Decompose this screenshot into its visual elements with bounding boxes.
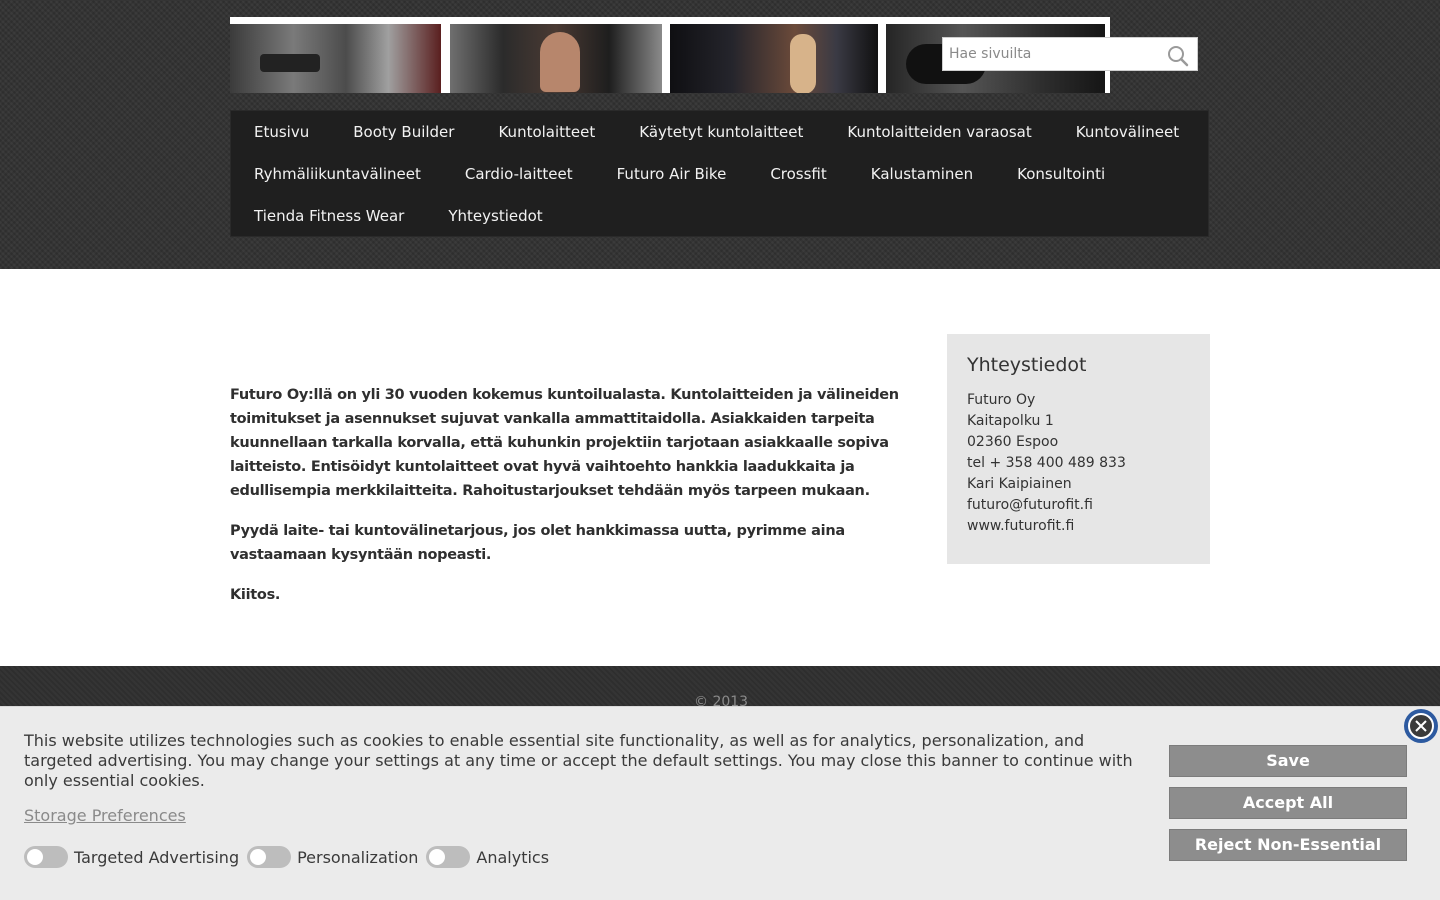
search-icon[interactable] [1167,45,1189,67]
main-nav: Etusivu Booty Builder Kuntolaitteet Käyt… [230,110,1209,237]
toggle-label: Targeted Advertising [74,847,240,867]
close-banner-button[interactable] [1404,709,1438,743]
content-paragraph: Pyydä laite- tai kuntovälinetarjous, jos… [230,523,845,563]
nav-item-cardio-laitteet[interactable]: Cardio-laitteet [443,153,595,195]
storage-preferences-link[interactable]: Storage Preferences [24,806,186,825]
contact-website[interactable]: www.futurofit.fi [967,516,1190,537]
banner-image-dumbbells [230,24,441,93]
toggle-label: Analytics [476,847,550,867]
main-content: Futuro Oy:llä on yli 30 vuoden kokemus k… [230,383,900,623]
close-icon [1408,713,1434,739]
nav-item-tienda-fitness-wear[interactable]: Tienda Fitness Wear [232,195,426,237]
nav-item-ryhmaliikuntavalineet[interactable]: Ryhmäliikuntavälineet [232,153,443,195]
header: Etusivu Booty Builder Kuntolaitteet Käyt… [0,0,1440,269]
toggle-analytics: Analytics [426,846,549,868]
reject-non-essential-button[interactable]: Reject Non-Essential [1169,829,1407,861]
content-paragraph: Futuro Oy:llä on yli 30 vuoden kokemus k… [230,387,899,499]
cookie-toggles: Targeted Advertising Personalization Ana… [24,846,557,868]
toggle-label: Personalization [297,847,419,867]
accept-all-button[interactable]: Accept All [1169,787,1407,819]
nav-item-konsultointi[interactable]: Konsultointi [995,153,1127,195]
toggle-targeted-advertising: Targeted Advertising [24,846,239,868]
contact-company: Futuro Oy [967,392,1036,408]
contact-sidebar: Yhteystiedot Futuro Oy Kaitapolku 1 0236… [947,334,1210,564]
nav-item-kalustaminen[interactable]: Kalustaminen [849,153,995,195]
cookie-banner: This website utilizes technologies such … [0,706,1440,900]
nav-item-kuntolaitteet[interactable]: Kuntolaitteet [476,111,617,153]
contact-city: 02360 Espoo [967,434,1059,450]
search-box [942,37,1198,71]
targeted-advertising-switch[interactable] [24,846,68,868]
toggle-personalization: Personalization [247,846,418,868]
contact-email[interactable]: futuro@futurofit.fi [967,495,1190,516]
nav-item-kaytetyt-kuntolaitteet[interactable]: Käytetyt kuntolaitteet [617,111,825,153]
analytics-switch[interactable] [426,846,471,868]
cookie-message: This website utilizes technologies such … [24,731,1133,790]
nav-item-yhteystiedot[interactable]: Yhteystiedot [426,195,564,237]
save-button[interactable]: Save [1169,745,1407,777]
nav-item-kuntovalineet[interactable]: Kuntovälineet [1054,111,1201,153]
contact-person: Kari Kaipiainen [967,476,1072,492]
nav-item-etusivu[interactable]: Etusivu [232,111,331,153]
nav-item-varaosat[interactable]: Kuntolaitteiden varaosat [825,111,1053,153]
sidebar-title: Yhteystiedot [967,354,1087,376]
personalization-switch[interactable] [247,846,292,868]
contact-phone: tel + 358 400 489 833 [967,455,1126,471]
banner-image-woman [670,24,878,93]
nav-item-crossfit[interactable]: Crossfit [748,153,848,195]
nav-item-futuro-air-bike[interactable]: Futuro Air Bike [595,153,749,195]
content-paragraph: Kiitos. [230,587,281,603]
search-input[interactable] [943,38,1169,70]
banner-image-man [450,24,662,93]
contact-street: Kaitapolku 1 [967,413,1054,429]
nav-item-booty-builder[interactable]: Booty Builder [331,111,476,153]
